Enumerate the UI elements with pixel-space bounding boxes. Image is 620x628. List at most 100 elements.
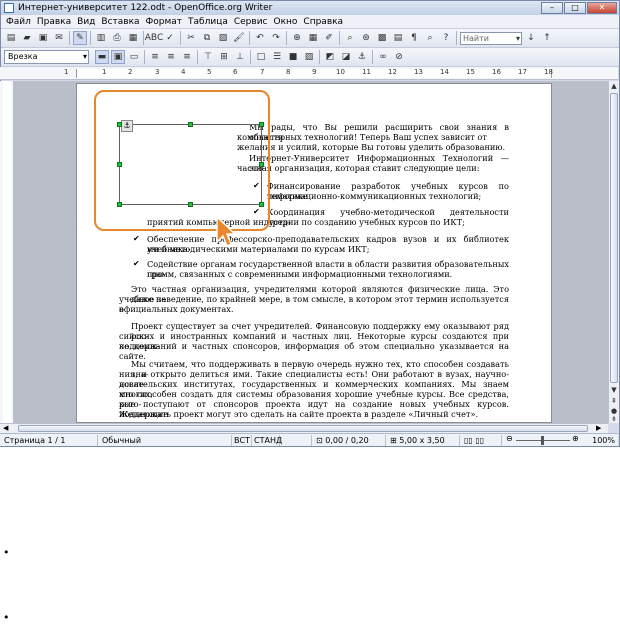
unlink-frames-icon[interactable]: ⊘ (392, 50, 406, 64)
text-line: частная организация, которая ставит след… (237, 163, 480, 173)
ruler-tick: 1 (102, 68, 107, 76)
minimize-button[interactable]: – (541, 2, 563, 14)
zoom-slider[interactable]: ⊖ ⊕ (506, 434, 580, 446)
send-to-back-icon[interactable]: ◪ (339, 50, 353, 64)
status-zoom[interactable]: 100% (592, 436, 618, 445)
status-page[interactable]: Страница 1 / 1 (0, 434, 98, 446)
scroll-down-icon[interactable]: ▼ (609, 385, 619, 395)
status-position-value: 0,00 / 0,20 (325, 435, 369, 445)
print-preview-icon[interactable]: ▦ (126, 31, 140, 45)
wrap-page-icon[interactable]: ▣ (111, 50, 125, 64)
zoom-in-icon[interactable]: ⊕ (572, 434, 579, 443)
print-icon[interactable]: ⎙ (110, 31, 124, 45)
line-style-icon[interactable]: ☰ (270, 50, 284, 64)
status-size-value: 5,00 x 3,50 (399, 435, 445, 445)
autospell-icon[interactable]: ✓ (163, 31, 177, 45)
help-icon[interactable]: ? (439, 31, 453, 45)
redo-icon[interactable]: ↷ (269, 31, 283, 45)
menu-help[interactable]: Справка (300, 17, 346, 27)
menu-edit[interactable]: Правка (34, 17, 74, 27)
borders-icon[interactable]: □ (254, 50, 268, 64)
scroll-right-icon[interactable]: ▶ (596, 424, 601, 432)
maximize-button[interactable]: □ (564, 2, 586, 14)
find-previous-icon[interactable]: ↑ (540, 31, 554, 45)
spellcheck-icon[interactable]: ABC (145, 31, 163, 45)
zoom-icon[interactable]: ⌕ (423, 31, 437, 45)
gallery-icon[interactable]: ▩ (375, 31, 389, 45)
ruler-tick: 7 (260, 68, 265, 76)
scroll-up-icon[interactable]: ▲ (609, 81, 619, 91)
toolbar-separator (90, 31, 91, 45)
datasources-icon[interactable]: ▤ (391, 31, 405, 45)
copy-icon[interactable]: ⧉ (200, 31, 214, 45)
paragraph-style-select[interactable]: Врезка (4, 50, 89, 64)
save-icon[interactable]: ▣ (36, 31, 50, 45)
menu-view[interactable]: Вид (74, 17, 98, 27)
close-button[interactable]: ✕ (587, 2, 617, 14)
align-center-icon[interactable]: ≡ (164, 50, 178, 64)
wrap-ideal-icon[interactable]: ▭ (127, 50, 141, 64)
toolbar-separator (180, 31, 181, 45)
nonprinting-chars-icon[interactable]: ¶ (407, 31, 421, 45)
vertical-scroll-thumb[interactable] (610, 93, 618, 383)
menu-window[interactable]: Окно (271, 17, 301, 27)
horizontal-scrollbar[interactable]: ◀ ▶ (0, 423, 608, 433)
show-draw-functions-icon[interactable]: ✐ (322, 31, 336, 45)
paste-icon[interactable]: ▧ (216, 31, 230, 45)
find-next-icon[interactable]: ↓ (524, 31, 538, 45)
bring-to-front-icon[interactable]: ◩ (323, 50, 337, 64)
email-icon[interactable]: ✉ (52, 31, 66, 45)
text-line: информационно-коммуникационных технологи… (267, 191, 482, 201)
align-bottom-icon[interactable]: ⊥ (233, 50, 247, 64)
vertical-scrollbar[interactable]: ▲ ▼ ⇞ ● ⇟ (608, 81, 619, 423)
link-frames-icon[interactable]: ∞ (376, 50, 390, 64)
menu-format[interactable]: Формат (143, 17, 186, 27)
align-left-icon[interactable]: ≡ (148, 50, 162, 64)
wrap-off-icon[interactable]: ▬ (95, 50, 109, 64)
zoom-thumb[interactable] (541, 435, 544, 445)
format-paintbrush-icon[interactable]: 🖌 (232, 31, 246, 45)
navigator-icon[interactable]: ⊛ (359, 31, 373, 45)
hyperlink-icon[interactable]: ⊕ (290, 31, 304, 45)
vertical-ruler[interactable] (0, 81, 14, 423)
open-folder-icon[interactable]: ▰ (20, 31, 34, 45)
toolbar-separator (250, 50, 251, 64)
status-selection-mode[interactable]: СТАНД (252, 434, 282, 446)
find-replace-icon[interactable]: ⌕ (343, 31, 357, 45)
zoom-out-icon[interactable]: ⊖ (506, 434, 513, 443)
title-bar[interactable]: Интернет-университет 122.odt - OpenOffic… (1, 1, 619, 15)
align-middle-icon[interactable]: ⊞ (217, 50, 231, 64)
background-color-icon[interactable]: ▨ (302, 50, 316, 64)
status-size: ⊞ 5,00 x 3,50 (386, 434, 460, 446)
next-object-icon[interactable]: ⇟ (609, 414, 619, 424)
border-color-icon[interactable]: ■ (286, 50, 300, 64)
writer-app-icon (4, 3, 14, 13)
undo-icon[interactable]: ↶ (253, 31, 267, 45)
new-document-icon[interactable]: ▤ (4, 31, 18, 45)
align-top-icon[interactable]: ⊤ (201, 50, 215, 64)
status-position: ⊡ 0,00 / 0,20 (312, 434, 386, 446)
export-pdf-icon[interactable]: ▥ (94, 31, 108, 45)
find-input[interactable]: Найти (460, 31, 522, 45)
status-insert-mode[interactable]: ВСТ (232, 434, 252, 446)
anchor-icon[interactable]: ⚓ (355, 50, 369, 64)
view-layout-icons[interactable]: ▯▯ ▯▯ (460, 434, 502, 446)
table-icon[interactable]: ▦ (306, 31, 320, 45)
align-right-icon[interactable]: ≡ (180, 50, 194, 64)
horizontal-scroll-thumb[interactable] (18, 425, 588, 432)
bullet-dot: • (3, 546, 10, 559)
text-line: ми и методическими материалами по курсам… (147, 244, 370, 254)
menu-insert[interactable]: Вставка (98, 17, 142, 27)
horizontal-ruler[interactable]: 1 1 2 3 4 5 6 7 8 9 10 11 12 13 14 15 16… (0, 67, 618, 80)
menu-table[interactable]: Таблица (185, 17, 231, 27)
position-icon: ⊡ (316, 435, 323, 445)
scroll-left-icon[interactable]: ◀ (3, 424, 8, 432)
status-page-style[interactable]: Обычный (98, 434, 232, 446)
previous-object-icon[interactable]: ⇞ (609, 396, 619, 406)
menu-tools[interactable]: Сервис (231, 17, 271, 27)
edit-mode-icon[interactable]: ✎ (73, 31, 87, 45)
cut-icon[interactable]: ✂ (184, 31, 198, 45)
ruler-tick: 5 (207, 68, 212, 76)
ruler-tick: 11 (362, 68, 371, 76)
menu-file[interactable]: Файл (3, 17, 34, 27)
